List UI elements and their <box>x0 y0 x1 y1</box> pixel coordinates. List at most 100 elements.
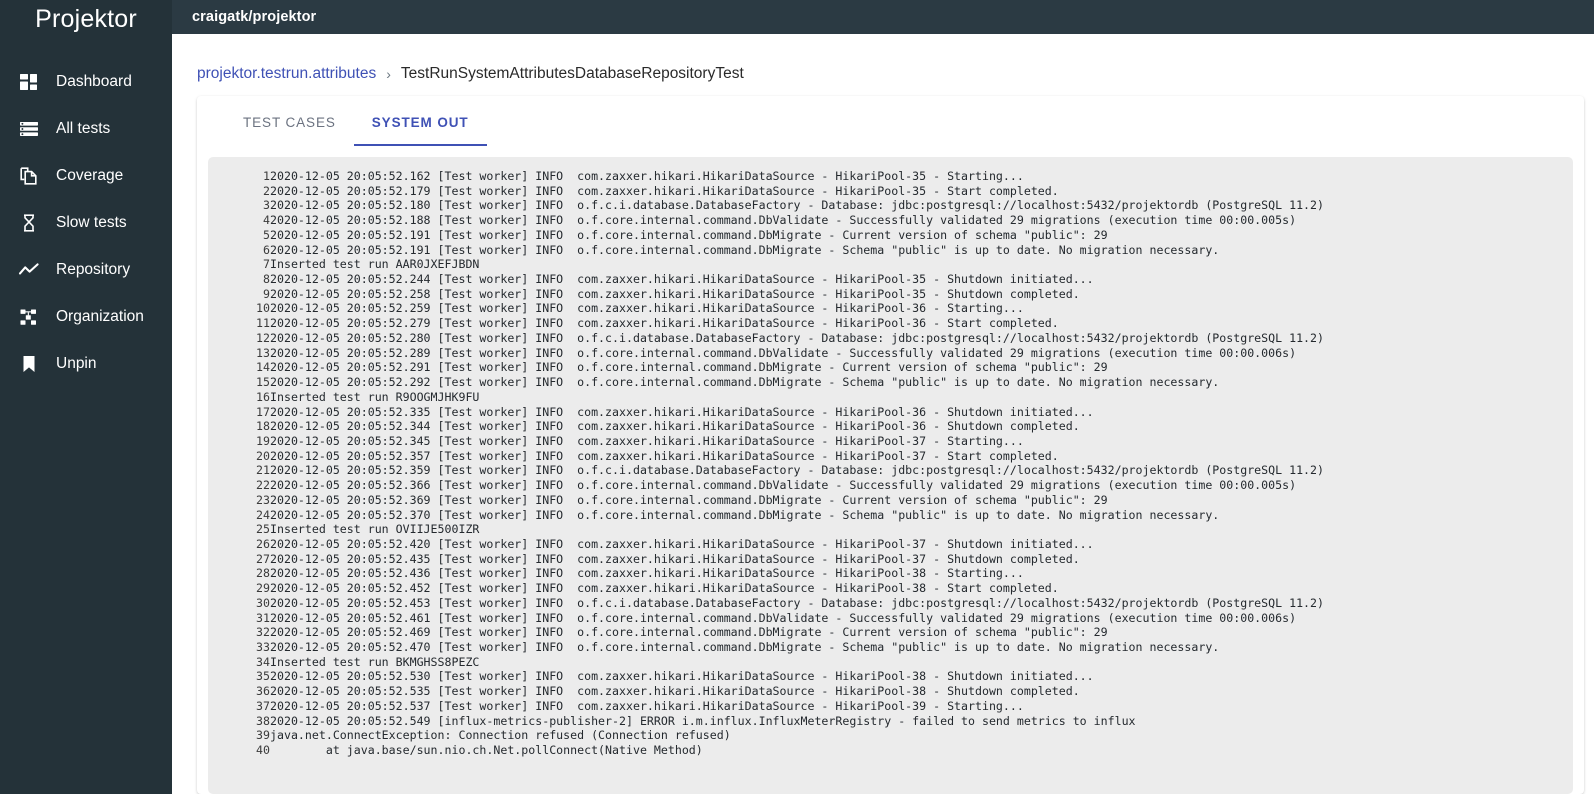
log-line: 15 2020-12-05 20:05:52.292 [Test worker] … <box>208 375 1573 390</box>
log-line: 3 2020-12-05 20:05:52.180 [Test worker] I… <box>208 198 1573 213</box>
log-line-text: at java.base/sun.nio.ch.Net.pollConnect(… <box>270 743 703 758</box>
log-line: 24 2020-12-05 20:05:52.370 [Test worker] … <box>208 508 1573 523</box>
log-line-text: 2020-12-05 20:05:52.436 [Test worker] IN… <box>270 566 1024 581</box>
log-line: 11 2020-12-05 20:05:52.279 [Test worker] … <box>208 316 1573 331</box>
system-out-log-table: 1 2020-12-05 20:05:52.162 [Test worker] I… <box>208 169 1573 758</box>
log-line: 22 2020-12-05 20:05:52.366 [Test worker] … <box>208 478 1573 493</box>
log-line-number: 18 <box>256 419 270 434</box>
log-line-text: 2020-12-05 20:05:52.191 [Test worker] IN… <box>270 242 1220 257</box>
log-line: 18 2020-12-05 20:05:52.344 [Test worker] … <box>208 419 1573 434</box>
sidebar-item-label: Coverage <box>56 166 124 184</box>
log-line-number: 19 <box>256 433 270 448</box>
log-line: 6 2020-12-05 20:05:52.191 [Test worker] I… <box>208 243 1573 258</box>
log-line-number: 20 <box>256 448 270 463</box>
sidebar-item-organization[interactable]: Organization <box>0 293 172 340</box>
log-line-number: 22 <box>256 478 270 493</box>
log-line-text: 2020-12-05 20:05:52.191 [Test worker] IN… <box>270 227 1108 242</box>
log-line: 29 2020-12-05 20:05:52.452 [Test worker] … <box>208 581 1573 596</box>
copy-pages-icon <box>14 166 44 186</box>
sidebar-item-unpin[interactable]: Unpin <box>0 340 172 387</box>
log-line-text: Inserted test run AAR0JXEFJBDN <box>270 257 480 272</box>
log-line-text: 2020-12-05 20:05:52.259 [Test worker] IN… <box>270 301 1024 316</box>
log-line-text: Inserted test run R9OOGMJHK9FU <box>270 389 480 404</box>
log-line-text: 2020-12-05 20:05:52.280 [Test worker] IN… <box>270 330 1324 345</box>
tab-system-out[interactable]: SYSTEM OUT <box>353 98 487 146</box>
breadcrumb: projektor.testrun.attributes › TestRunSy… <box>172 34 1594 90</box>
sidebar-item-label: All tests <box>56 119 111 137</box>
breadcrumb-current: TestRunSystemAttributesDatabaseRepositor… <box>400 65 744 82</box>
system-out-log-panel[interactable]: 1 2020-12-05 20:05:52.162 [Test worker] I… <box>208 157 1573 794</box>
org-chart-icon <box>14 307 44 327</box>
log-line-text: 2020-12-05 20:05:52.335 [Test worker] IN… <box>270 404 1094 419</box>
log-line: 1 2020-12-05 20:05:52.162 [Test worker] I… <box>208 169 1573 184</box>
log-line: 32 2020-12-05 20:05:52.469 [Test worker] … <box>208 625 1573 640</box>
log-line: 16 Inserted test run R9OOGMJHK9FU <box>208 390 1573 405</box>
log-line-text: 2020-12-05 20:05:52.435 [Test worker] IN… <box>270 551 1080 566</box>
log-line-number: 26 <box>256 536 270 551</box>
log-line-number: 29 <box>256 581 270 596</box>
log-line-number: 33 <box>256 640 270 654</box>
log-line-number: 35 <box>256 669 270 684</box>
log-line-text: 2020-12-05 20:05:52.453 [Test worker] IN… <box>270 595 1324 610</box>
log-line-text: 2020-12-05 20:05:52.369 [Test worker] IN… <box>270 492 1108 507</box>
log-line-text: 2020-12-05 20:05:52.469 [Test worker] IN… <box>270 625 1108 640</box>
tab-test-cases[interactable]: TEST CASES <box>225 98 354 146</box>
sidebar-item-repository[interactable]: Repository <box>0 246 172 293</box>
log-line-number: 36 <box>256 684 270 699</box>
log-line: 37 2020-12-05 20:05:52.537 [Test worker] … <box>208 699 1573 714</box>
log-line: 12 2020-12-05 20:05:52.280 [Test worker] … <box>208 331 1573 346</box>
log-line-text: java.net.ConnectException: Connection re… <box>270 728 731 743</box>
log-line-text: 2020-12-05 20:05:52.452 [Test worker] IN… <box>270 581 1059 596</box>
sidebar-item-dashboard[interactable]: Dashboard <box>0 58 172 105</box>
log-line: 4 2020-12-05 20:05:52.188 [Test worker] I… <box>208 213 1573 228</box>
log-line-number: 25 <box>256 522 270 537</box>
app-brand: Projektor <box>35 4 137 33</box>
log-line-number: 28 <box>256 566 270 581</box>
sidebar-nav: Dashboard All tests Coverage Slow tests … <box>0 58 172 387</box>
log-line: 26 2020-12-05 20:05:52.420 [Test worker] … <box>208 537 1573 552</box>
sidebar-item-slow-tests[interactable]: Slow tests <box>0 199 172 246</box>
log-line: 9 2020-12-05 20:05:52.258 [Test worker] I… <box>208 287 1573 302</box>
log-line-text: Inserted test run OVIIJE500IZR <box>270 522 480 537</box>
log-line: 14 2020-12-05 20:05:52.291 [Test worker] … <box>208 360 1573 375</box>
sidebar-item-label: Dashboard <box>56 72 132 90</box>
log-line-number: 8 <box>263 272 270 287</box>
sidebar: Projektor Dashboard All tests Coverage S… <box>0 0 172 794</box>
log-line-text: Inserted test run BKMGHSS8PEZC <box>270 654 480 669</box>
log-line-number: 17 <box>256 404 270 419</box>
log-line-number: 12 <box>256 330 270 345</box>
main-region: craigatk/projektor projektor.testrun.att… <box>172 0 1594 794</box>
sidebar-item-coverage[interactable]: Coverage <box>0 152 172 199</box>
log-line: 38 2020-12-05 20:05:52.549 [influx-metric… <box>208 714 1573 729</box>
sidebar-item-label: Unpin <box>56 354 97 372</box>
log-line-text: 2020-12-05 20:05:52.244 [Test worker] IN… <box>270 272 1094 287</box>
log-line-text: 2020-12-05 20:05:52.370 [Test worker] IN… <box>270 507 1220 522</box>
log-line: 39 java.net.ConnectException: Connection … <box>208 728 1573 743</box>
log-line: 33 2020-12-05 20:05:52.470 [Test worker] … <box>208 640 1573 655</box>
log-line: 40 at java.base/sun.nio.ch.Net.pollConne… <box>208 743 1573 758</box>
log-line: 2 2020-12-05 20:05:52.179 [Test worker] I… <box>208 184 1573 199</box>
log-line-number: 37 <box>256 698 270 713</box>
log-line-text: 2020-12-05 20:05:52.359 [Test worker] IN… <box>270 463 1324 478</box>
log-line-number: 15 <box>256 375 270 390</box>
test-detail-card: TEST CASES SYSTEM OUT 1 2020-12-05 20:05:… <box>197 96 1584 794</box>
log-line: 23 2020-12-05 20:05:52.369 [Test worker] … <box>208 493 1573 508</box>
sidebar-item-all-tests[interactable]: All tests <box>0 105 172 152</box>
log-line: 8 2020-12-05 20:05:52.244 [Test worker] I… <box>208 272 1573 287</box>
log-line-number: 32 <box>256 625 270 640</box>
log-line-number: 24 <box>256 507 270 522</box>
log-line-text: 2020-12-05 20:05:52.549 [influx-metrics-… <box>270 713 1136 728</box>
log-line-number: 7 <box>263 257 270 272</box>
log-line-text: 2020-12-05 20:05:52.366 [Test worker] IN… <box>270 478 1297 493</box>
log-line-number: 31 <box>256 610 270 625</box>
log-line-text: 2020-12-05 20:05:52.345 [Test worker] IN… <box>270 433 1024 448</box>
log-line-number: 4 <box>263 213 270 228</box>
top-bar: craigatk/projektor <box>172 0 1594 34</box>
breadcrumb-separator-icon: › <box>386 66 391 82</box>
system-out-log-body: 1 2020-12-05 20:05:52.162 [Test worker] I… <box>208 169 1573 758</box>
log-line-number: 21 <box>256 463 270 478</box>
log-line-number: 9 <box>263 286 270 301</box>
breadcrumb-parent-link[interactable]: projektor.testrun.attributes <box>197 65 376 83</box>
log-line: 7 Inserted test run AAR0JXEFJBDN <box>208 257 1573 272</box>
sidebar-item-label: Slow tests <box>56 213 127 231</box>
